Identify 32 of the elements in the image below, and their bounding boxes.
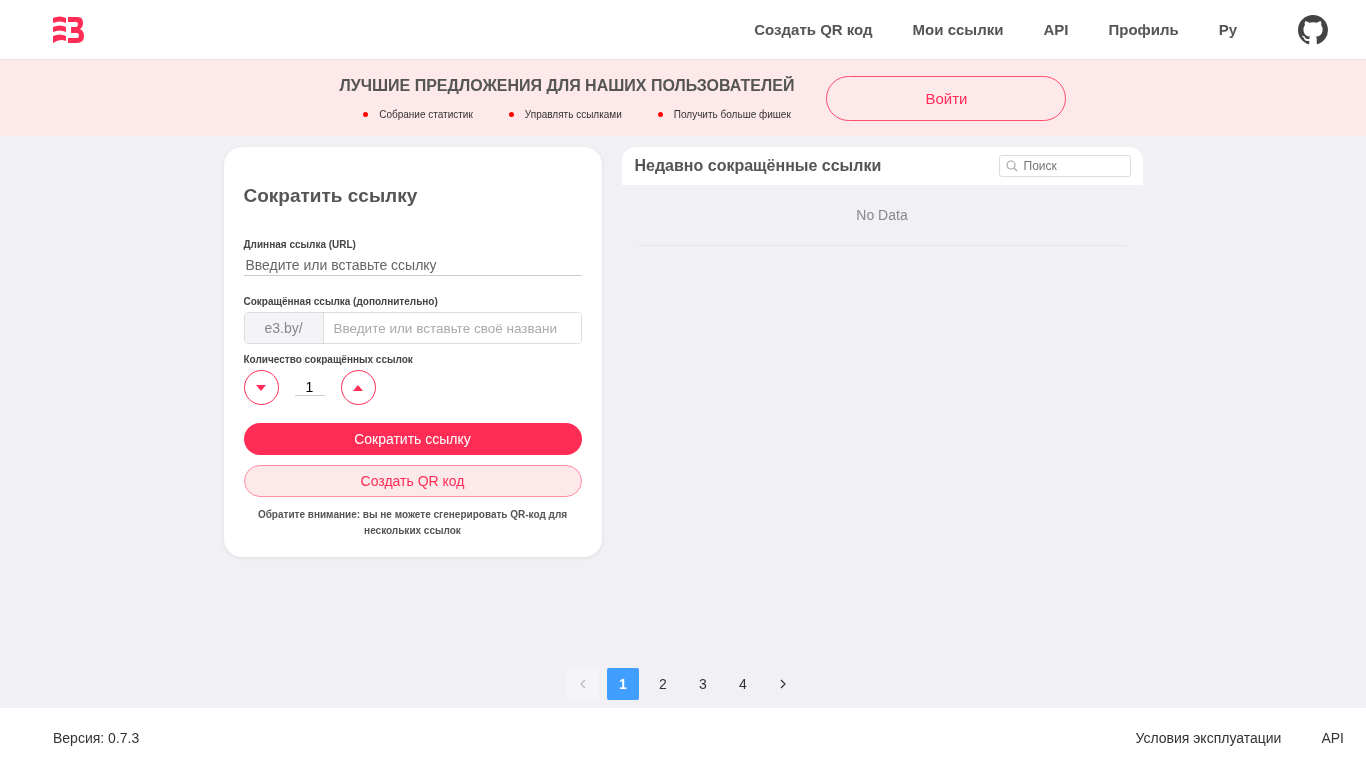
nav-link[interactable]: Создать QR код [754, 21, 873, 38]
caret-up-icon [353, 384, 363, 391]
feature-item: Получить больше фишек [657, 108, 791, 120]
decrement-button[interactable] [243, 370, 279, 405]
chevron-right-icon [780, 679, 786, 689]
nav-link[interactable]: API [1043, 21, 1069, 38]
feature-item: Управлять ссылками [508, 108, 622, 120]
card-title: Сократить ссылку [243, 185, 419, 207]
count-value[interactable]: 1 [294, 379, 325, 396]
chevron-left-icon [580, 679, 586, 689]
search-field[interactable]: Поиск [998, 155, 1131, 177]
panel-title: Недавно сокращённые ссылки [634, 157, 882, 175]
nav-link[interactable]: Профиль [1108, 21, 1179, 38]
caret-down-icon [256, 384, 266, 391]
footer-link[interactable]: API [1321, 730, 1344, 746]
search-icon [1005, 160, 1018, 172]
version-text: Версия: 0.7.3 [53, 730, 140, 746]
url-prefix: e3.by/ [244, 313, 324, 343]
footer-link[interactable]: Условия эксплуатации [1135, 730, 1282, 746]
empty-message: No Data [637, 185, 1127, 246]
field-label: Количество сокращённых ссылок [243, 354, 414, 365]
note-text: Обратите внимание: вы не можете сгенерировать QR-код для нескольких ссылок [256, 508, 569, 538]
promo-title: ЛУЧШИЕ ПРЕДЛОЖЕНИЯ ДЛЯ НАШИХ ПОЛЬЗОВАТЕЛЕЙ [339, 76, 795, 95]
shorten-button[interactable]: Сократить ссылку [243, 423, 582, 455]
field-label: Сокращённая ссылка (дополнительно) [243, 296, 439, 307]
nav-link[interactable]: Ру [1218, 21, 1237, 38]
increment-button[interactable] [340, 370, 376, 405]
field-label: Длинная ссылка (URL) [243, 239, 357, 250]
feature-item: Собрание статистик [363, 108, 473, 120]
github-icon[interactable] [1298, 14, 1328, 45]
nav-link[interactable]: Мои ссылки [912, 21, 1004, 38]
logo-icon[interactable] [52, 14, 84, 45]
